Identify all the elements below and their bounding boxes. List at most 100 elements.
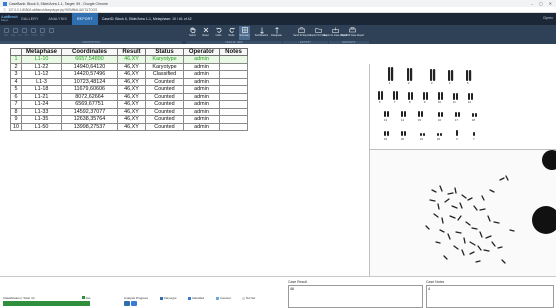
- chromosome-label: Y: [473, 138, 475, 141]
- table-cell: admin: [183, 92, 220, 101]
- table-cell: 12638,35764: [61, 115, 118, 124]
- table-row[interactable]: 2 L1-22 14940,64120 46,XY Karyotype admin: [10, 62, 248, 71]
- classification-count: ALL: [82, 296, 91, 300]
- header-right-text[interactable]: Clprec: [543, 16, 553, 20]
- threshold-icon[interactable]: [31, 28, 36, 33]
- reset-button[interactable]: Reset: [200, 26, 211, 40]
- flip-icon[interactable]: [13, 28, 18, 33]
- table-cell: admin: [183, 77, 220, 86]
- table-cell: admin: [183, 100, 220, 109]
- table-cell: [219, 62, 248, 71]
- table-cell: Counted: [145, 92, 184, 101]
- lock-icon: ⓘ: [3, 8, 7, 12]
- legend-item: Classified: [188, 296, 204, 300]
- maximize-icon[interactable]: ▢: [539, 1, 543, 6]
- tab-report[interactable]: REPORT: [71, 13, 98, 25]
- chromosome-label: 11: [453, 101, 456, 104]
- table-cell: 6657,54890: [61, 55, 118, 64]
- app-header: ▪LabBench Karyo GALLERY ANALYSIS REPORT …: [0, 13, 556, 25]
- window-controls: – ▢ ✕: [531, 1, 552, 6]
- table-cell: admin: [183, 85, 220, 94]
- table-row[interactable]: 5 L1-18 11679,60606 46,XY Counted admin: [10, 85, 248, 94]
- url-text[interactable]: 127.0.0.1:8080/LabBench/karyotype.jsp?KE…: [8, 8, 97, 12]
- case-notes-field[interactable]: 4: [426, 285, 554, 308]
- minimize-icon[interactable]: –: [531, 1, 533, 6]
- column-header-metaphase[interactable]: Metaphase: [21, 48, 62, 56]
- chromosome-label: 20: [401, 138, 404, 141]
- column-header-result[interactable]: Result: [117, 48, 146, 56]
- table-cell: [219, 122, 248, 131]
- table-row[interactable]: 9 L1-35 12638,35764 46,XY Counted admin: [10, 115, 248, 124]
- table-row[interactable]: 1 L1-10 6657,54890 46,XY Karyotype admin: [10, 55, 248, 64]
- table-row[interactable]: 4 L1-3 10723,48124 46,XY Counted admin: [10, 77, 248, 86]
- undo-icon: [214, 26, 223, 34]
- print-pdf-button[interactable]: Print/Pdf Case Report: [341, 26, 364, 40]
- tab-gallery[interactable]: GALLERY: [16, 13, 43, 25]
- table-row[interactable]: 10 L1-50 13998,27537 46,XY Counted admin: [10, 122, 248, 131]
- redo-button[interactable]: Redo: [226, 26, 237, 40]
- annotation-label-row: Rot Flip Inv Thr Crop Rst: [4, 34, 44, 37]
- table-cell: 14420,57496: [61, 70, 118, 79]
- sort-restore-button[interactable]: Sort/Restore: [254, 26, 269, 40]
- undo-label: Undo: [215, 34, 222, 37]
- send-to-report-button[interactable]: Send To Report: [293, 26, 310, 40]
- chromosome-label: 4: [449, 82, 451, 85]
- table-cell: 14940,64120: [61, 62, 118, 71]
- table-cell: 46,XY: [117, 92, 146, 101]
- reset-image-icon[interactable]: [49, 28, 54, 33]
- column-header-operator[interactable]: Operator: [183, 48, 220, 56]
- table-cell: L1-35: [21, 115, 62, 124]
- sort-label: Sort/Restore: [254, 34, 269, 37]
- invert-icon[interactable]: [22, 28, 27, 33]
- app-logo: ▪LabBench Karyo: [0, 13, 18, 25]
- annotation-tools: Rot Flip Inv Thr Crop Rst ANNOTATION: [0, 25, 182, 44]
- column-header-status[interactable]: Status: [145, 48, 184, 56]
- chromosome-label: 10: [438, 101, 441, 104]
- table-cell: L1-21: [21, 92, 62, 101]
- favicon-icon: [3, 1, 7, 6]
- table-cell: admin: [183, 62, 220, 71]
- column-header-notes[interactable]: Notes: [219, 48, 248, 56]
- send-to-report-label: Send To Report: [293, 34, 310, 37]
- table-row[interactable]: 7 L1-24 6569,67751 46,XY Counted admin: [10, 100, 248, 109]
- chromosome-label: 3: [431, 82, 433, 85]
- export-to-folder-button[interactable]: Export To Folder: [310, 26, 327, 40]
- progress-segment: [124, 301, 130, 306]
- rotate-icon[interactable]: [4, 28, 9, 33]
- table-row[interactable]: 8 L1-33 14592,37077 46,XY Counted admin: [10, 107, 248, 116]
- crop-icon[interactable]: [40, 28, 45, 33]
- export-case-report-button[interactable]: Export to Case Report: [324, 26, 347, 40]
- table-row[interactable]: 6 L1-21 8072,62664 46,XY Counted admin: [10, 92, 248, 101]
- metaphase-image-panel[interactable]: [369, 149, 556, 276]
- browser-title-bar: CaseBank: Block 6, Slide/Area 1-1, Targe…: [0, 0, 556, 7]
- table-cell: admin: [183, 55, 220, 64]
- metaphase-spread-image: [425, 150, 556, 264]
- table-cell: admin: [183, 122, 220, 131]
- table-cell: admin: [183, 115, 220, 124]
- designate-button[interactable]: Designate: [271, 26, 282, 40]
- x-icon: [201, 26, 210, 34]
- table-row[interactable]: 3 L1-12 14420,57496 46,XY Classified admin: [10, 70, 248, 79]
- print-pdf-label: Print/Pdf Case Report: [340, 34, 365, 37]
- karyogram-panel[interactable]: 1 2 3 4 5 6 7 8 9 10 11 12 13 14 15 16 1…: [369, 64, 556, 149]
- select-button[interactable]: Select: [187, 26, 198, 40]
- tab-analysis[interactable]: ANALYSIS: [43, 13, 71, 25]
- column-header-coordinates[interactable]: Coordinates: [61, 48, 118, 56]
- grid-icon: [240, 26, 249, 34]
- table-cell: [219, 107, 248, 116]
- row-index: 5: [10, 85, 22, 94]
- table-body: 1 L1-10 6657,54890 46,XY Karyotype admin 2 L1-2…: [10, 55, 248, 131]
- designate-icon: [272, 26, 281, 34]
- row-index: 8: [10, 107, 22, 116]
- bottom-panel: Classification | Total: 10 ALL Analysis …: [0, 276, 556, 308]
- classification-swatch-icon: [82, 296, 85, 299]
- table-cell: Classified: [145, 70, 184, 79]
- chromosome-label: 14: [401, 119, 404, 122]
- chromosome-label: 22: [437, 138, 440, 141]
- row-index: 6: [10, 92, 22, 101]
- summary-button[interactable]: Summary: [239, 26, 250, 40]
- undo-button[interactable]: Undo: [213, 26, 224, 40]
- close-icon[interactable]: ✕: [549, 1, 552, 6]
- case-result-field[interactable]: 46: [288, 285, 423, 308]
- chromosome-label: 1: [389, 82, 391, 85]
